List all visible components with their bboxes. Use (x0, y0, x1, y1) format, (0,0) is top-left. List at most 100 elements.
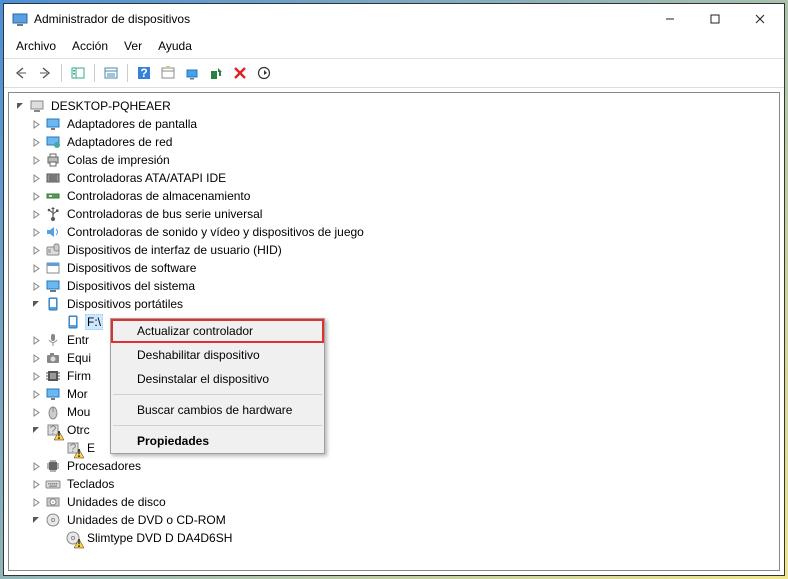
minimize-button[interactable] (647, 5, 692, 33)
separator (113, 425, 322, 426)
svg-text:!: ! (77, 449, 81, 459)
audio-input-icon (45, 332, 61, 348)
node-label: Adaptadores de red (65, 134, 174, 150)
category-dvd-drives[interactable]: Unidades de DVD o CD-ROM (9, 511, 779, 529)
caret-icon[interactable] (29, 225, 43, 239)
menu-file[interactable]: Archivo (8, 36, 64, 56)
context-menu: Actualizar controlador Deshabilitar disp… (110, 318, 325, 454)
node-label: DESKTOP-PQHEAER (49, 98, 173, 114)
forward-button[interactable] (34, 62, 56, 84)
context-update-driver[interactable]: Actualizar controlador (111, 319, 324, 343)
category-ata[interactable]: Controladoras ATA/ATAPI IDE (9, 169, 779, 187)
context-scan-hardware[interactable]: Buscar cambios de hardware (111, 398, 324, 422)
processor-icon (45, 458, 61, 474)
node-label: Controladoras ATA/ATAPI IDE (65, 170, 228, 186)
caret-icon[interactable] (29, 369, 43, 383)
title-bar[interactable]: Administrador de dispositivos (4, 4, 784, 34)
hid-icon (45, 242, 61, 258)
caret-icon[interactable] (29, 333, 43, 347)
caret-icon[interactable] (29, 477, 43, 491)
node-label: Equi (65, 350, 93, 366)
help-button[interactable]: ? (133, 62, 155, 84)
caret-icon[interactable] (29, 261, 43, 275)
caret-icon[interactable] (29, 279, 43, 293)
menu-action[interactable]: Acción (64, 36, 116, 56)
root-node[interactable]: DESKTOP-PQHEAER (9, 97, 779, 115)
caret-icon[interactable] (29, 153, 43, 167)
node-label: Unidades de DVD o CD-ROM (65, 512, 228, 528)
category-keyboards[interactable]: Teclados (9, 475, 779, 493)
node-label: Entr (65, 332, 91, 348)
computer-icon (29, 98, 45, 114)
node-label: Dispositivos del sistema (65, 278, 197, 294)
storage-controller-icon (45, 188, 61, 204)
context-uninstall-device[interactable]: Desinstalar el dispositivo (111, 367, 324, 391)
update-driver-button[interactable] (205, 62, 227, 84)
show-hide-tree-button[interactable] (67, 62, 89, 84)
caret-icon[interactable] (29, 135, 43, 149)
device-tree[interactable]: DESKTOP-PQHEAER Adaptadores de pantalla … (8, 92, 780, 571)
other-device-icon: ?! (45, 422, 61, 438)
category-processors[interactable]: Procesadores (9, 457, 779, 475)
context-disable-device[interactable]: Deshabilitar dispositivo (111, 343, 324, 367)
menu-view[interactable]: Ver (116, 36, 150, 56)
properties-button[interactable] (100, 62, 122, 84)
close-button[interactable] (737, 5, 782, 33)
caret-icon[interactable] (29, 351, 43, 365)
context-properties[interactable]: Propiedades (111, 429, 324, 453)
caret-none (49, 441, 63, 455)
unknown-device-icon: ?! (65, 440, 81, 456)
caret-icon[interactable] (29, 459, 43, 473)
caret-icon[interactable] (29, 297, 43, 311)
node-label: Unidades de disco (65, 494, 168, 510)
dvd-drive-item[interactable]: !Slimtype DVD D DA4D6SH (9, 529, 779, 547)
node-label: F:\ (85, 314, 103, 330)
portable-device-icon (65, 314, 81, 330)
toolbar: ? (4, 59, 784, 88)
keyboard-icon (45, 476, 61, 492)
category-usb[interactable]: Controladoras de bus serie universal (9, 205, 779, 223)
back-button[interactable] (10, 62, 32, 84)
category-network[interactable]: Adaptadores de red (9, 133, 779, 151)
category-portable-devices[interactable]: Dispositivos portátiles (9, 295, 779, 313)
caret-none (49, 315, 63, 329)
caret-icon[interactable] (29, 171, 43, 185)
caret-icon[interactable] (29, 405, 43, 419)
properties-toolbar-button[interactable] (157, 62, 179, 84)
window-title: Administrador de dispositivos (34, 12, 647, 26)
scan-hardware-button[interactable] (181, 62, 203, 84)
usb-controller-icon (45, 206, 61, 222)
category-print-queues[interactable]: Colas de impresión (9, 151, 779, 169)
monitor-icon (45, 386, 61, 402)
node-label: E (85, 440, 97, 456)
category-sound[interactable]: Controladoras de sonido y vídeo y dispos… (9, 223, 779, 241)
portable-device-icon (45, 296, 61, 312)
category-display[interactable]: Adaptadores de pantalla (9, 115, 779, 133)
node-label: Adaptadores de pantalla (65, 116, 199, 132)
device-manager-window: Administrador de dispositivos Archivo Ac… (3, 3, 785, 576)
caret-icon[interactable] (13, 99, 27, 113)
tree-container: DESKTOP-PQHEAER Adaptadores de pantalla … (4, 88, 784, 575)
uninstall-device-button[interactable] (229, 62, 251, 84)
node-label: Dispositivos portátiles (65, 296, 185, 312)
category-disk-drives[interactable]: Unidades de disco (9, 493, 779, 511)
caret-icon[interactable] (29, 189, 43, 203)
caret-icon[interactable] (29, 387, 43, 401)
category-system[interactable]: Dispositivos del sistema (9, 277, 779, 295)
disable-device-button[interactable] (253, 62, 275, 84)
caret-icon[interactable] (29, 423, 43, 437)
caret-icon[interactable] (29, 117, 43, 131)
category-software[interactable]: Dispositivos de software (9, 259, 779, 277)
caret-none (49, 531, 63, 545)
node-label: Procesadores (65, 458, 143, 474)
caret-icon[interactable] (29, 243, 43, 257)
separator (61, 64, 62, 82)
menu-help[interactable]: Ayuda (150, 36, 200, 56)
caret-icon[interactable] (29, 495, 43, 509)
node-label: Mor (65, 386, 90, 402)
maximize-button[interactable] (692, 5, 737, 33)
caret-icon[interactable] (29, 513, 43, 527)
caret-icon[interactable] (29, 207, 43, 221)
category-hid[interactable]: Dispositivos de interfaz de usuario (HID… (9, 241, 779, 259)
category-storage[interactable]: Controladoras de almacenamiento (9, 187, 779, 205)
